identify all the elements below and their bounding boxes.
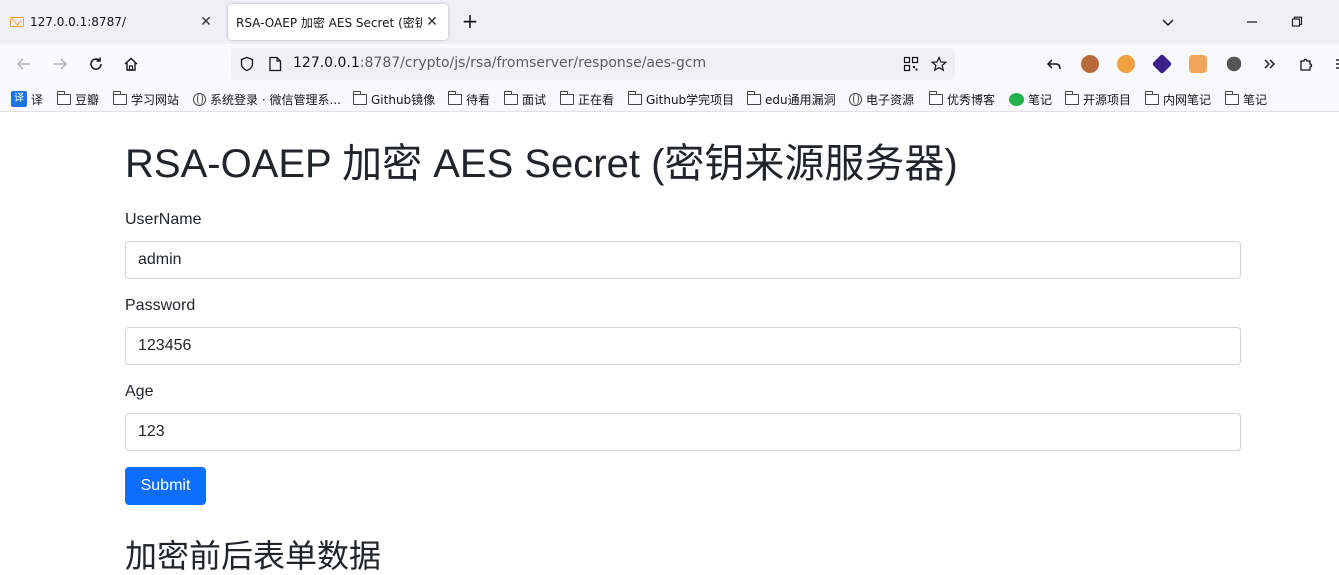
age-input[interactable]	[125, 413, 1241, 451]
extensions-puzzle-icon[interactable]	[1294, 52, 1318, 76]
bookmark-label: 面试	[522, 92, 547, 107]
bookmark-intranet-notes[interactable]: 内网笔记	[1144, 90, 1212, 108]
address-bar[interactable]: 127.0.0.1:8787/crypto/js/rsa/fromserver/…	[231, 48, 955, 80]
minimize-icon[interactable]	[1240, 10, 1264, 34]
folder-icon	[559, 90, 574, 105]
bug-extension-icon[interactable]	[1226, 56, 1242, 72]
back-icon[interactable]	[12, 52, 36, 76]
bookmark-edu-vulns[interactable]: edu通用漏洞	[746, 90, 836, 108]
bookmark-star-icon[interactable]	[927, 52, 951, 76]
globe-icon	[849, 92, 862, 106]
username-label: UserName	[125, 211, 202, 228]
folder-icon	[627, 90, 642, 105]
bookmark-label: Github学完项目	[646, 92, 735, 107]
tab-title: RSA-OAEP 加密 AES Secret (密钥来源服务器)	[236, 15, 422, 30]
shield-icon[interactable]	[235, 52, 259, 76]
bookmark-label: 学习网站	[131, 92, 180, 107]
bookmark-interview[interactable]: 面试	[503, 90, 547, 108]
mail-icon	[10, 17, 24, 27]
bookmark-label: 电子资源	[866, 92, 915, 107]
folder-icon	[1144, 90, 1159, 105]
bookmark-github-done[interactable]: Github学完项目	[627, 90, 735, 108]
close-icon[interactable]: ✕	[422, 12, 442, 32]
forward-icon[interactable]	[48, 52, 72, 76]
bookmark-label: 优秀博客	[947, 92, 996, 107]
page-icon[interactable]	[263, 52, 287, 76]
cookie-extension-icon[interactable]	[1081, 55, 1099, 73]
bookmark-notes[interactable]: 笔记	[1224, 90, 1268, 108]
folder-icon	[1224, 90, 1239, 105]
submit-button[interactable]: Submit	[125, 467, 206, 505]
bookmark-watching[interactable]: 正在看	[559, 90, 615, 108]
navigation-toolbar: 127.0.0.1:8787/crypto/js/rsa/fromserver/…	[0, 44, 1339, 84]
url-path: :8787/crypto/js/rsa/fromserver/response/…	[359, 55, 707, 71]
bookmark-label: Github镜像	[371, 92, 436, 107]
password-label: Password	[125, 297, 196, 314]
folder-icon	[746, 90, 761, 105]
undo-icon[interactable]	[1042, 52, 1066, 76]
extension-fox-icon[interactable]	[1189, 55, 1207, 73]
home-icon[interactable]	[119, 52, 143, 76]
bookmark-label: 内网笔记	[1163, 92, 1212, 107]
bookmark-github-mirror[interactable]: Github镜像	[352, 90, 436, 108]
bookmark-system-login[interactable]: 系统登录 · 微信管理系...	[193, 90, 341, 108]
bookmark-wechat-notes[interactable]: 笔记	[1009, 90, 1052, 108]
bookmark-label: 系统登录 · 微信管理系...	[210, 92, 341, 107]
folder-icon	[112, 90, 127, 105]
url-host: 127.0.0.1	[293, 55, 360, 71]
bookmark-good-blogs[interactable]: 优秀博客	[928, 90, 996, 108]
password-input[interactable]	[125, 327, 1241, 365]
url-text[interactable]: 127.0.0.1:8787/crypto/js/rsa/fromserver/…	[293, 55, 706, 71]
bookmarks-toolbar: 译 译 豆瓣 学习网站 系统登录 · 微信管理系... Github镜像 待看 …	[0, 84, 1339, 112]
bookmark-label: 待看	[466, 92, 491, 107]
bookmark-translate[interactable]: 译 译	[11, 90, 43, 108]
bookmark-label: 译	[31, 92, 44, 107]
close-icon[interactable]: ✕	[196, 12, 216, 32]
menu-icon[interactable]	[1330, 52, 1339, 76]
form-data-heading: 加密前后表单数据	[125, 538, 382, 574]
folder-icon	[352, 90, 367, 105]
bookmark-douban[interactable]: 豆瓣	[56, 90, 100, 108]
new-tab-button[interactable]: +	[458, 10, 482, 34]
translate-icon: 译	[11, 91, 27, 107]
qr-code-icon[interactable]	[899, 52, 923, 76]
page-title: RSA-OAEP 加密 AES Secret (密钥来源服务器)	[125, 142, 958, 186]
extension-diamond-icon[interactable]	[1151, 53, 1173, 75]
bookmark-label: 开源项目	[1083, 92, 1132, 107]
list-all-tabs-icon[interactable]	[1156, 10, 1180, 34]
bookmark-open-source[interactable]: 开源项目	[1064, 90, 1132, 108]
tab-title: 127.0.0.1:8787/	[30, 15, 126, 29]
reload-icon[interactable]	[84, 52, 108, 76]
extension-orange-icon[interactable]	[1117, 55, 1135, 73]
username-input[interactable]	[125, 241, 1241, 279]
age-label: Age	[125, 383, 154, 400]
more-tools-icon[interactable]	[1258, 52, 1282, 76]
folder-icon	[447, 90, 462, 105]
restore-icon[interactable]	[1285, 10, 1309, 34]
tab-localhost[interactable]: 127.0.0.1:8787/ ✕	[0, 4, 222, 40]
globe-icon	[193, 92, 206, 106]
folder-icon	[1064, 90, 1079, 105]
bookmark-label: 笔记	[1243, 92, 1268, 107]
bookmark-e-resources[interactable]: 电子资源	[849, 90, 914, 108]
tab-rsa-oaep[interactable]: RSA-OAEP 加密 AES Secret (密钥来源服务器) ✕	[228, 4, 448, 40]
bookmark-label: 豆瓣	[75, 92, 100, 107]
bookmark-to-watch[interactable]: 待看	[447, 90, 491, 108]
folder-icon	[928, 90, 943, 105]
wechat-icon	[1009, 92, 1024, 106]
bookmark-label: edu通用漏洞	[765, 92, 836, 107]
bookmark-label: 正在看	[578, 92, 615, 107]
folder-icon	[56, 90, 71, 105]
tab-strip: 127.0.0.1:8787/ ✕ RSA-OAEP 加密 AES Secret…	[0, 0, 1339, 44]
bookmark-study-sites[interactable]: 学习网站	[112, 90, 180, 108]
folder-icon	[503, 90, 518, 105]
bookmark-label: 笔记	[1028, 92, 1053, 107]
